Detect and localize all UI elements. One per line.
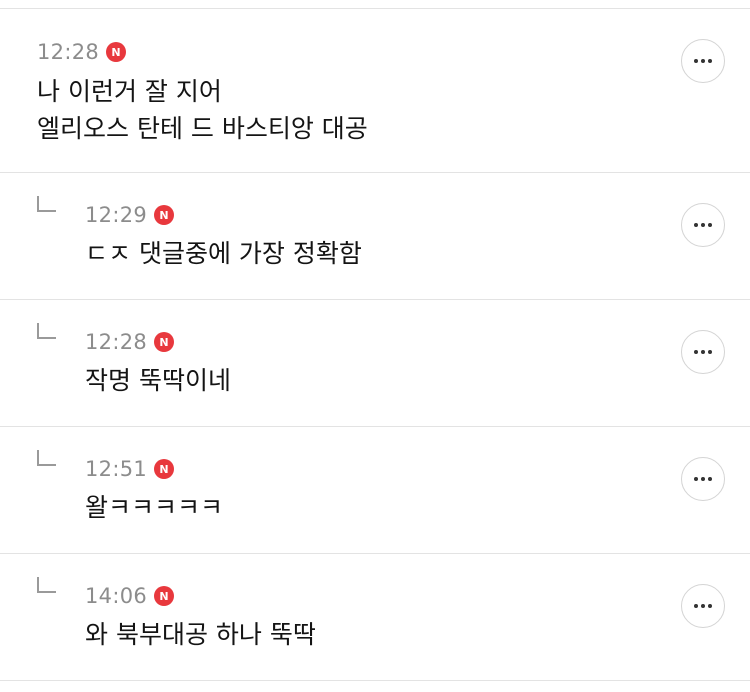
comment-text-line: 작명 뚝딱이네 [85, 366, 231, 395]
new-badge-icon: N [154, 586, 175, 606]
comment-time: 12:28 [37, 40, 100, 64]
reply-item: 14:06 N 와 북부대공 하나 뚝딱 [0, 554, 750, 681]
comment-meta: 12:51 N [85, 457, 175, 481]
more-options-icon [694, 350, 698, 354]
more-options-icon-dot [708, 350, 712, 354]
comment-text: 작명 뚝딱이네 [85, 362, 231, 399]
comment-time: 12:28 [85, 330, 148, 354]
comment-time: 14:06 [85, 584, 148, 608]
reply-item: 12:29 N ㄷㅈ 댓글중에 가장 정확함 [0, 173, 750, 300]
more-options-icon-dot [701, 223, 705, 227]
reply-arrow-icon [37, 323, 56, 339]
more-options-button[interactable] [681, 457, 725, 501]
comment-text: 왈ㅋㅋㅋㅋㅋ [85, 489, 223, 526]
new-badge-icon: N [106, 42, 127, 62]
new-badge-icon: N [154, 459, 175, 479]
more-options-icon-dot [708, 223, 712, 227]
more-options-icon-dot [701, 59, 705, 63]
more-options-icon [694, 604, 698, 608]
comment-meta: 14:06 N [85, 584, 175, 608]
more-options-icon [694, 59, 698, 63]
comment-text-line: ㄷㅈ 댓글중에 가장 정확함 [85, 239, 362, 268]
more-options-icon-dot [708, 477, 712, 481]
reply-arrow-icon [37, 577, 56, 593]
more-options-icon-dot [701, 477, 705, 481]
comment-item: 12:28 N 나 이런거 잘 지어 엘리오스 탄테 드 바스티앙 대공 [0, 9, 750, 173]
more-options-icon-dot [701, 350, 705, 354]
more-options-icon-dot [708, 59, 712, 63]
comment-meta: 12:28 N [85, 330, 175, 354]
more-options-button[interactable] [681, 203, 725, 247]
comment-text-line: 엘리오스 탄테 드 바스티앙 대공 [37, 114, 368, 143]
new-badge-icon: N [154, 332, 175, 352]
reply-arrow-icon [37, 196, 56, 212]
more-options-icon [694, 477, 698, 481]
comment-text: 와 북부대공 하나 뚝딱 [85, 616, 316, 653]
comment-text: ㄷㅈ 댓글중에 가장 정확함 [85, 235, 362, 272]
comment-meta: 12:29 N [85, 203, 175, 227]
more-options-icon-dot [701, 604, 705, 608]
comment-time: 12:51 [85, 457, 148, 481]
reply-item: 12:51 N 왈ㅋㅋㅋㅋㅋ [0, 427, 750, 554]
new-badge-icon: N [154, 205, 175, 225]
more-options-button[interactable] [681, 584, 725, 628]
more-options-icon [694, 223, 698, 227]
comment-text-line: 나 이런거 잘 지어 [37, 77, 222, 106]
more-options-icon-dot [708, 604, 712, 608]
comment-time: 12:29 [85, 203, 148, 227]
comment-text: 나 이런거 잘 지어 엘리오스 탄테 드 바스티앙 대공 [37, 73, 368, 147]
reply-item: 12:28 N 작명 뚝딱이네 [0, 300, 750, 427]
comment-text-line: 와 북부대공 하나 뚝딱 [85, 620, 316, 649]
comment-meta: 12:28 N [37, 40, 127, 64]
reply-arrow-icon [37, 450, 56, 466]
more-options-button[interactable] [681, 330, 725, 374]
comment-text-line: 왈ㅋㅋㅋㅋㅋ [85, 493, 224, 522]
more-options-button[interactable] [681, 39, 725, 83]
